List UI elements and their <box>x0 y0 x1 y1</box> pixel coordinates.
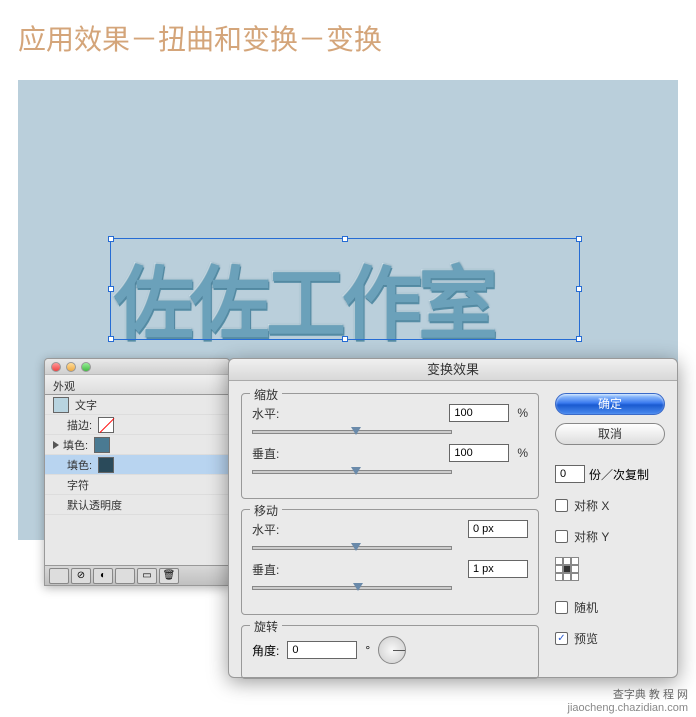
resize-handle-bm[interactable] <box>342 336 348 342</box>
scale-v-slider[interactable] <box>252 470 452 474</box>
slider-thumb-icon[interactable] <box>351 427 361 435</box>
move-v-slider[interactable] <box>252 586 452 590</box>
panel-empty-area <box>45 515 229 565</box>
scale-h-slider[interactable] <box>252 430 452 434</box>
appearance-character-row[interactable]: 字符 <box>45 475 229 495</box>
rotate-legend: 旋转 <box>250 618 282 635</box>
watermark-url: jiaocheng.chazidian.com <box>568 702 688 715</box>
stroke-label: 描边: <box>67 417 92 433</box>
panel-btn-fx-icon[interactable]: ◐ <box>93 568 113 584</box>
panel-titlebar[interactable] <box>45 359 229 375</box>
transform-dialog: 变换效果 缩放 水平: % 垂直: % <box>228 358 678 678</box>
appearance-fill-row-2[interactable]: 填色: <box>45 455 229 475</box>
rotate-fieldset: 旋转 角度: ° <box>241 625 539 679</box>
panel-btn-new-icon[interactable]: ▭ <box>137 568 157 584</box>
appearance-opacity-row[interactable]: 默认透明度 <box>45 495 229 515</box>
preview-checkbox[interactable]: ✓ <box>555 632 568 645</box>
type-label: 文字 <box>75 397 97 413</box>
slider-thumb-icon[interactable] <box>353 583 363 591</box>
panel-btn-trash-icon[interactable]: 🗑 <box>159 568 179 584</box>
scale-fieldset: 缩放 水平: % 垂直: % <box>241 393 539 499</box>
scale-h-input[interactable] <box>449 404 509 422</box>
resize-handle-mr[interactable] <box>576 286 582 292</box>
fill-label-1: 填色: <box>63 437 88 453</box>
zoom-icon[interactable] <box>81 362 91 372</box>
resize-handle-ml[interactable] <box>108 286 114 292</box>
appearance-fill-row-1[interactable]: 填色: <box>45 435 229 455</box>
move-h-slider[interactable] <box>252 546 452 550</box>
panel-bottom-toolbar: ⊘ ◐ ▭ 🗑 <box>45 565 229 585</box>
anchor-point-grid[interactable] <box>555 557 579 581</box>
panel-btn-4[interactable] <box>115 568 135 584</box>
move-h-label: 水平: <box>252 521 300 538</box>
move-v-input[interactable] <box>468 560 528 578</box>
slider-thumb-icon[interactable] <box>351 467 361 475</box>
type-swatch-icon <box>53 397 69 413</box>
scale-h-label: 水平: <box>252 405 300 422</box>
reflect-x-label: 对称 X <box>574 497 609 514</box>
fill-swatch-1-icon <box>94 437 110 453</box>
scale-v-label: 垂直: <box>252 445 300 462</box>
slider-thumb-icon[interactable] <box>351 543 361 551</box>
resize-handle-br[interactable] <box>576 336 582 342</box>
resize-handle-bl[interactable] <box>108 336 114 342</box>
reflect-x-checkbox[interactable] <box>555 499 568 512</box>
scale-v-unit: % <box>517 446 528 460</box>
watermark: 查字典 教 程 网 jiaocheng.chazidian.com <box>568 689 688 715</box>
ok-button[interactable]: 确定 <box>555 393 665 415</box>
selection-bounding-box[interactable] <box>110 238 580 340</box>
triangle-right-icon[interactable] <box>53 441 59 449</box>
character-label: 字符 <box>67 477 89 493</box>
resize-handle-tl[interactable] <box>108 236 114 242</box>
panel-btn-no-icon[interactable]: ⊘ <box>71 568 91 584</box>
resize-handle-tm[interactable] <box>342 236 348 242</box>
scale-legend: 缩放 <box>250 386 282 403</box>
copies-label: 份／次复制 <box>589 466 649 483</box>
preview-label: 预览 <box>574 630 598 647</box>
scale-v-input[interactable] <box>449 444 509 462</box>
angle-label: 角度: <box>252 642 279 659</box>
resize-handle-tr[interactable] <box>576 236 582 242</box>
angle-input[interactable] <box>287 641 357 659</box>
degree-symbol: ° <box>365 643 370 657</box>
fill-label-2: 填色: <box>67 457 92 473</box>
move-legend: 移动 <box>250 502 282 519</box>
page-heading: 应用效果－扭曲和变换－变换 <box>18 18 382 58</box>
none-swatch-icon <box>98 417 114 433</box>
close-icon[interactable] <box>51 362 61 372</box>
cancel-button[interactable]: 取消 <box>555 423 665 445</box>
copies-input[interactable] <box>555 465 585 483</box>
angle-dial[interactable] <box>378 636 406 664</box>
random-checkbox[interactable] <box>555 601 568 614</box>
minimize-icon[interactable] <box>66 362 76 372</box>
appearance-stroke-row[interactable]: 描边: <box>45 415 229 435</box>
move-v-label: 垂直: <box>252 561 300 578</box>
appearance-tab[interactable]: 外观 <box>45 375 229 395</box>
appearance-panel[interactable]: 外观 文字 描边: 填色: 填色: 字符 默认透明度 ⊘ ◐ ▭ 🗑 <box>44 358 230 586</box>
move-fieldset: 移动 水平: 垂直: <box>241 509 539 615</box>
appearance-type-row[interactable]: 文字 <box>45 395 229 415</box>
fill-swatch-2-icon <box>98 457 114 473</box>
reflect-y-label: 对称 Y <box>574 528 609 545</box>
watermark-cn: 查字典 教 程 网 <box>568 689 688 702</box>
opacity-label: 默认透明度 <box>67 497 122 513</box>
move-h-input[interactable] <box>468 520 528 538</box>
anchor-center-icon[interactable] <box>563 565 571 573</box>
panel-btn-1[interactable] <box>49 568 69 584</box>
reflect-y-checkbox[interactable] <box>555 530 568 543</box>
scale-h-unit: % <box>517 406 528 420</box>
dialog-title: 变换效果 <box>229 359 677 381</box>
random-label: 随机 <box>574 599 598 616</box>
